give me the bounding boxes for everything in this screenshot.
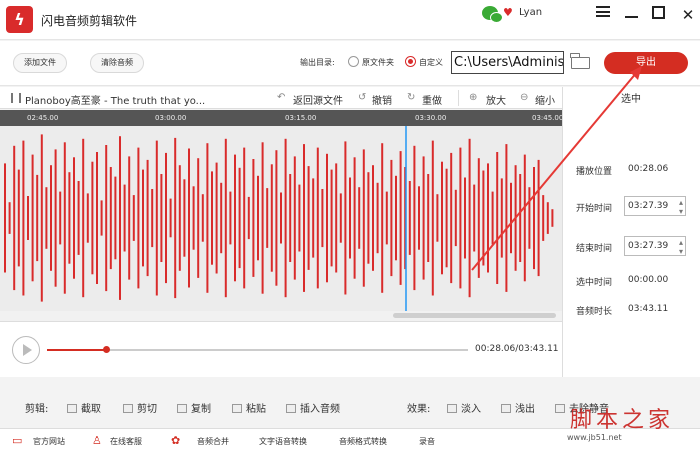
cut-icon <box>123 404 133 413</box>
watermark-url: www.jb51.net <box>567 433 622 442</box>
annotation-arrow <box>471 66 642 271</box>
insert-audio-button[interactable]: 插入音频 <box>286 400 340 415</box>
insert-audio-label: 插入音频 <box>300 404 340 415</box>
fade-out-label: 浅出 <box>515 404 535 415</box>
tts-link[interactable]: 文字语音转换 <box>259 436 307 447</box>
cut-button[interactable]: 剪切 <box>123 400 157 415</box>
fade-in-icon <box>447 404 457 413</box>
website-link[interactable]: 官方网站 <box>33 436 65 447</box>
merge-link[interactable]: 音频合并 <box>197 436 229 447</box>
fade-out-icon <box>501 404 511 413</box>
copy-label: 复制 <box>191 404 211 415</box>
edit-title: 剪辑: <box>25 404 49 415</box>
effects-title: 效果: <box>407 404 431 415</box>
format-link[interactable]: 音频格式转换 <box>339 436 387 447</box>
intercept-icon <box>67 404 77 413</box>
paste-button[interactable]: 粘贴 <box>232 400 266 415</box>
remove-silence-icon <box>555 404 565 413</box>
merge-icon: ✿ <box>171 434 181 447</box>
service-link[interactable]: 在线客服 <box>110 436 142 447</box>
fade-in-button[interactable]: 淡入 <box>447 400 481 415</box>
watermark-text: 脚本之家 <box>570 408 675 433</box>
intercept-label: 截取 <box>81 404 101 415</box>
record-link[interactable]: 录音 <box>419 436 435 447</box>
user-icon: ♙ <box>92 434 102 447</box>
insert-audio-icon <box>286 404 296 413</box>
copy-button[interactable]: 复制 <box>177 400 211 415</box>
paste-label: 粘贴 <box>246 404 266 415</box>
cut-label: 剪切 <box>137 404 157 415</box>
fade-out-button[interactable]: 浅出 <box>501 400 535 415</box>
paste-icon <box>232 404 242 413</box>
monitor-icon: ▭ <box>12 434 23 447</box>
fade-in-label: 淡入 <box>461 404 481 415</box>
copy-icon <box>177 404 187 413</box>
intercept-button[interactable]: 截取 <box>67 400 101 415</box>
